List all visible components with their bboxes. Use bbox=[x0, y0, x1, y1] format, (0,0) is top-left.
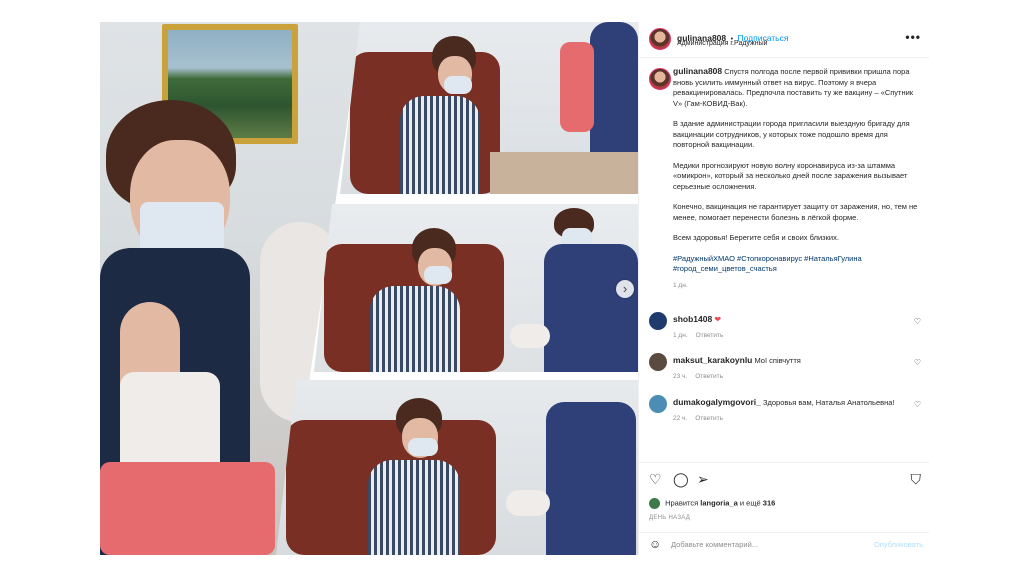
like-comment-heart-icon[interactable]: ♡ bbox=[914, 400, 921, 409]
medic-glove bbox=[510, 324, 550, 348]
comment-age: 22 ч. bbox=[673, 415, 688, 422]
commenter-avatar[interactable] bbox=[649, 312, 667, 330]
publish-button[interactable]: Опубликовать bbox=[874, 540, 923, 549]
caption-age: 1 дн. bbox=[673, 281, 688, 289]
striped-jacket bbox=[370, 286, 460, 372]
commenter-avatar[interactable] bbox=[649, 353, 667, 371]
medic-glove bbox=[506, 490, 550, 516]
send-icon[interactable]: ➢ bbox=[697, 471, 709, 488]
caption-username[interactable]: gulinana808 bbox=[673, 66, 722, 76]
caption-paragraph: Конечно, вакцинация не гарантирует защит… bbox=[673, 202, 918, 222]
medic-scrubs bbox=[546, 402, 636, 555]
next-photo-chevron-icon[interactable]: › bbox=[616, 280, 634, 298]
posted-time: ДЕНЬ НАЗАД bbox=[649, 515, 691, 521]
face-mask bbox=[444, 76, 472, 94]
face-mask bbox=[408, 438, 438, 456]
post-photo-collage[interactable]: › bbox=[100, 22, 638, 555]
instagram-post: › gulinana808 • Подписаться Администраци… bbox=[100, 22, 929, 555]
post-actions-bar: ♡ ◯ ➢ ⛉ Нравится langoria_a и ещё 316 ДЕ… bbox=[639, 462, 929, 526]
more-dots-icon[interactable]: ••• bbox=[905, 30, 921, 44]
like-comment-heart-icon[interactable]: ♡ bbox=[914, 317, 921, 326]
likes-prefix: Нравится bbox=[665, 498, 699, 508]
reply-button[interactable]: Ответить bbox=[695, 415, 723, 422]
comment-text: Мої співчуття bbox=[754, 356, 801, 365]
emoji-icon[interactable]: ☺ bbox=[649, 537, 661, 551]
medic-pink bbox=[560, 42, 594, 132]
like-comment-heart-icon[interactable]: ♡ bbox=[914, 358, 921, 367]
add-comment-bar: ☺ Опубликовать bbox=[639, 532, 929, 555]
bookmark-icon[interactable]: ⛉ bbox=[911, 471, 922, 488]
comment-icon[interactable]: ◯ bbox=[673, 471, 689, 488]
photo-bottom-right bbox=[276, 380, 638, 555]
post-location[interactable]: Администрация г.Радужный bbox=[677, 40, 768, 47]
floor bbox=[490, 152, 638, 194]
comment-text: Здоровья вам, Наталья Анатольевна! bbox=[762, 398, 895, 407]
comment-age: 23 ч. bbox=[673, 373, 688, 380]
commenter-username[interactable]: dumakogalymgovori_ bbox=[673, 397, 761, 407]
striped-jacket bbox=[400, 96, 480, 194]
reply-button[interactable]: Ответить bbox=[696, 332, 724, 339]
commenter-username[interactable]: maksut_karakoynlu bbox=[673, 355, 752, 365]
caption-paragraph: В здание администрации города пригласили… bbox=[673, 119, 910, 149]
commenter-avatar[interactable] bbox=[649, 395, 667, 413]
caption-author-avatar[interactable] bbox=[649, 68, 671, 90]
comment-age: 1 дн. bbox=[673, 332, 688, 339]
medic-scrubs bbox=[544, 244, 638, 372]
caption-paragraph: Медики прогнозируют новую волну коронави… bbox=[673, 160, 908, 191]
striped-jacket bbox=[368, 460, 460, 555]
red-heart-emoji-icon: ❤ bbox=[714, 315, 722, 324]
photo-middle-right bbox=[314, 204, 638, 372]
liker-avatar bbox=[649, 498, 660, 509]
caption-hashtags[interactable]: #РадужныйХМАО #Стопкоронавирус #НатальяГ… bbox=[673, 254, 921, 275]
commenter-username[interactable]: shob1408 bbox=[673, 314, 712, 324]
photo-top-right bbox=[340, 22, 638, 194]
likes-connector: и ещё bbox=[739, 498, 761, 508]
liker-username[interactable]: langoria_a bbox=[700, 498, 738, 507]
post-sidebar: gulinana808 • Подписаться Администрация … bbox=[638, 22, 929, 555]
author-avatar[interactable] bbox=[649, 28, 671, 50]
nurse-pink-uniform bbox=[100, 462, 275, 555]
reply-button[interactable]: Ответить bbox=[695, 373, 723, 380]
post-caption: gulinana808 Спустя полгода после первой … bbox=[673, 66, 921, 291]
comment-input[interactable] bbox=[671, 537, 861, 552]
likes-summary[interactable]: Нравится langoria_a и ещё 316 bbox=[649, 498, 775, 509]
post-header: gulinana808 • Подписаться Администрация … bbox=[639, 22, 929, 58]
heart-outline-icon[interactable]: ♡ bbox=[649, 471, 662, 488]
likes-count[interactable]: 316 bbox=[763, 498, 776, 507]
caption-paragraph: Всем здоровья! Берегите себя и своих бли… bbox=[673, 233, 839, 242]
face-mask bbox=[424, 266, 452, 284]
